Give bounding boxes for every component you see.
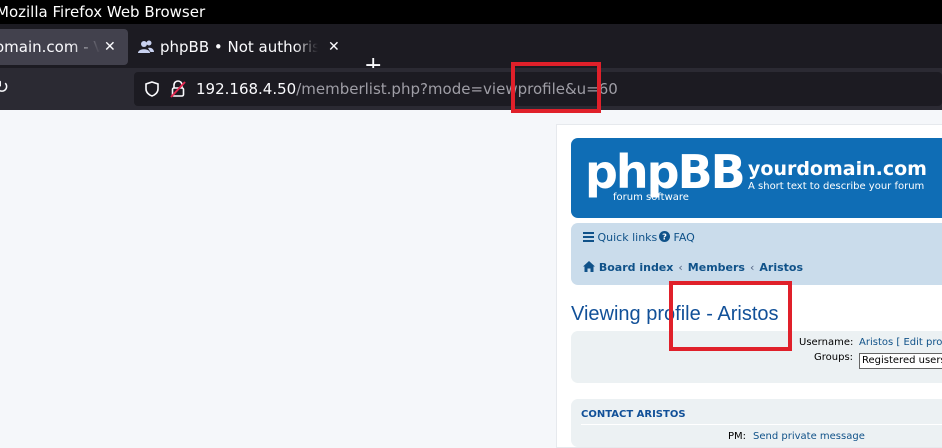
- url-path: /memberlist.php?mode=viewprofile&u=60: [296, 80, 618, 98]
- profile-panel: Username: Aristos [ Edit profile ] Group…: [571, 331, 942, 383]
- groups-select[interactable]: Registered users: [859, 353, 942, 369]
- groups-label: Groups:: [814, 352, 854, 363]
- breadcrumb-board-index[interactable]: Board index: [599, 261, 674, 274]
- reload-icon[interactable]: ↻: [0, 77, 9, 98]
- username-label: Username:: [799, 337, 854, 348]
- page-title: Viewing profile - Aristos: [571, 303, 779, 325]
- site-header: phpBB forum software yourdomain.com A sh…: [571, 138, 942, 218]
- breadcrumb-separator: ‹: [749, 261, 755, 274]
- breadcrumb-members[interactable]: Members: [688, 261, 745, 274]
- breadcrumb-aristos[interactable]: Aristos: [759, 261, 803, 274]
- tab-label: phpBB • Not authorised to view: [160, 38, 318, 56]
- tab-not-authorised[interactable]: phpBB • Not authorised to view ✕: [132, 29, 354, 65]
- page-content: phpBB forum software yourdomain.com A sh…: [0, 110, 942, 448]
- close-tab-icon[interactable]: ✕: [328, 29, 340, 65]
- url-host: 192.168.4.50: [196, 80, 297, 98]
- forum-wrap: phpBB forum software yourdomain.com A sh…: [556, 124, 942, 448]
- breadcrumb-separator: ‹: [678, 261, 683, 274]
- pm-label: PM:: [728, 431, 747, 442]
- site-name: yourdomain.com: [748, 158, 927, 180]
- hamburger-icon: [583, 232, 594, 242]
- users-icon: [138, 40, 154, 53]
- close-tab-icon[interactable]: ✕: [104, 29, 116, 65]
- divider: [581, 424, 942, 425]
- address-bar[interactable]: 192.168.4.50/memberlist.php?mode=viewpro…: [134, 72, 942, 106]
- tab-bar: yourdomain.com - Viewing profile - Arist…: [0, 24, 942, 78]
- shield-icon[interactable]: [144, 81, 160, 97]
- faq-label: FAQ: [673, 231, 695, 244]
- contact-panel: CONTACT ARISTOS PM: Send private message: [571, 399, 942, 447]
- breadcrumb: Board index ‹ Members ‹ Aristos: [583, 261, 803, 274]
- site-description: A short text to describe your forum: [748, 181, 925, 192]
- navigation-toolbar: ↻ 192.168.4.50/memberlist.php?mode=viewp…: [0, 68, 942, 110]
- faq-link[interactable]: ? FAQ: [659, 231, 695, 244]
- username-value[interactable]: Aristos [ Edit profile ]: [859, 337, 942, 348]
- home-icon: [583, 261, 595, 272]
- logo-subtitle: forum software: [613, 192, 689, 203]
- quick-links-menu[interactable]: Quick links: [583, 231, 657, 244]
- svg-text:?: ?: [662, 232, 667, 242]
- window-title-bar: Mozilla Firefox Web Browser: [0, 0, 942, 24]
- send-private-message-link[interactable]: Send private message: [753, 431, 865, 442]
- window-title: Mozilla Firefox Web Browser: [0, 3, 206, 21]
- contact-heading: CONTACT ARISTOS: [581, 409, 686, 420]
- nav-panel: Quick links ? FAQ Board index ‹ Members ‹ Ar…: [571, 223, 942, 285]
- help-icon: ?: [659, 231, 670, 242]
- url-text[interactable]: 192.168.4.50/memberlist.php?mode=viewpro…: [196, 72, 618, 106]
- phpbb-logo[interactable]: phpBB: [585, 146, 746, 198]
- tab-viewing-profile[interactable]: yourdomain.com - Viewing profile - Arist…: [0, 29, 128, 65]
- insecure-lock-icon[interactable]: [170, 80, 186, 98]
- quick-links-label: Quick links: [597, 231, 658, 244]
- tab-label: yourdomain.com - Viewing profile - Arist…: [0, 38, 100, 56]
